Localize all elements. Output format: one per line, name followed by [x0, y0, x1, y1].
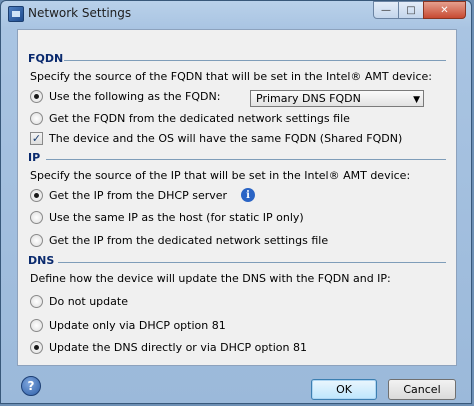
dns-section-title: DNS	[28, 254, 55, 267]
shared-fqdn-checkbox[interactable]: ✓	[30, 132, 43, 145]
help-icon[interactable]: ?	[21, 376, 41, 396]
ip-description: Specify the source of the IP that will b…	[30, 169, 411, 182]
dns-dhcp81-option[interactable]: Update only via DHCP option 81	[30, 319, 226, 332]
dns-direct-radio[interactable]	[30, 341, 43, 354]
maximize-button[interactable]: □	[398, 1, 424, 19]
shared-fqdn-label: The device and the OS will have the same…	[49, 132, 403, 145]
ip-same-as-host-option[interactable]: Use the same IP as the host (for static …	[30, 211, 304, 224]
dns-dhcp81-label: Update only via DHCP option 81	[49, 319, 226, 332]
fqdn-use-following-option[interactable]: Use the following as the FQDN:	[30, 90, 220, 103]
ip-from-file-option[interactable]: Get the IP from the dedicated network se…	[30, 234, 328, 247]
ip-divider	[46, 159, 446, 160]
chevron-down-icon: ▼	[413, 95, 420, 105]
settings-panel: FQDN Specify the source of the FQDN that…	[17, 29, 457, 366]
fqdn-from-file-label: Get the FQDN from the dedicated network …	[49, 112, 350, 125]
dns-description: Define how the device will update the DN…	[30, 272, 391, 285]
fqdn-divider	[64, 60, 446, 61]
dns-no-update-label: Do not update	[49, 295, 128, 308]
close-button[interactable]: ✕	[423, 1, 466, 19]
app-icon	[8, 6, 24, 22]
fqdn-from-file-radio[interactable]	[30, 112, 43, 125]
info-icon[interactable]: i	[241, 188, 256, 202]
ip-dhcp-option[interactable]: Get the IP from the DHCP server i	[30, 188, 256, 202]
ip-from-file-label: Get the IP from the dedicated network se…	[49, 234, 329, 247]
fqdn-use-following-label: Use the following as the FQDN:	[49, 90, 221, 103]
minimize-button[interactable]: —	[373, 1, 399, 19]
shared-fqdn-option[interactable]: ✓ The device and the OS will have the sa…	[30, 132, 402, 145]
dns-direct-option[interactable]: Update the DNS directly or via DHCP opti…	[30, 341, 307, 354]
fqdn-description: Specify the source of the FQDN that will…	[30, 70, 432, 83]
dns-divider	[58, 262, 446, 263]
fqdn-source-value: Primary DNS FQDN	[256, 92, 361, 105]
dns-dhcp81-radio[interactable]	[30, 319, 43, 332]
network-settings-window: Network Settings — □ ✕ FQDN Specify the …	[0, 0, 472, 404]
dns-direct-label: Update the DNS directly or via DHCP opti…	[49, 341, 307, 354]
fqdn-source-select[interactable]: Primary DNS FQDN ▼	[250, 90, 424, 107]
dns-no-update-option[interactable]: Do not update	[30, 295, 128, 308]
fqdn-section-title: FQDN	[28, 52, 64, 65]
ip-same-as-host-label: Use the same IP as the host (for static …	[49, 211, 304, 224]
ip-dhcp-label: Get the IP from the DHCP server	[49, 188, 228, 202]
ok-button[interactable]: OK	[311, 379, 377, 400]
ip-from-file-radio[interactable]	[30, 234, 43, 247]
dns-no-update-radio[interactable]	[30, 295, 43, 308]
ip-dhcp-radio[interactable]	[30, 188, 43, 202]
fqdn-use-following-radio[interactable]	[30, 90, 43, 103]
ip-same-as-host-radio[interactable]	[30, 211, 43, 224]
window-title: Network Settings	[28, 6, 132, 20]
cancel-button[interactable]: Cancel	[388, 379, 456, 400]
ip-section-title: IP	[28, 151, 41, 164]
fqdn-from-file-option[interactable]: Get the FQDN from the dedicated network …	[30, 112, 350, 125]
